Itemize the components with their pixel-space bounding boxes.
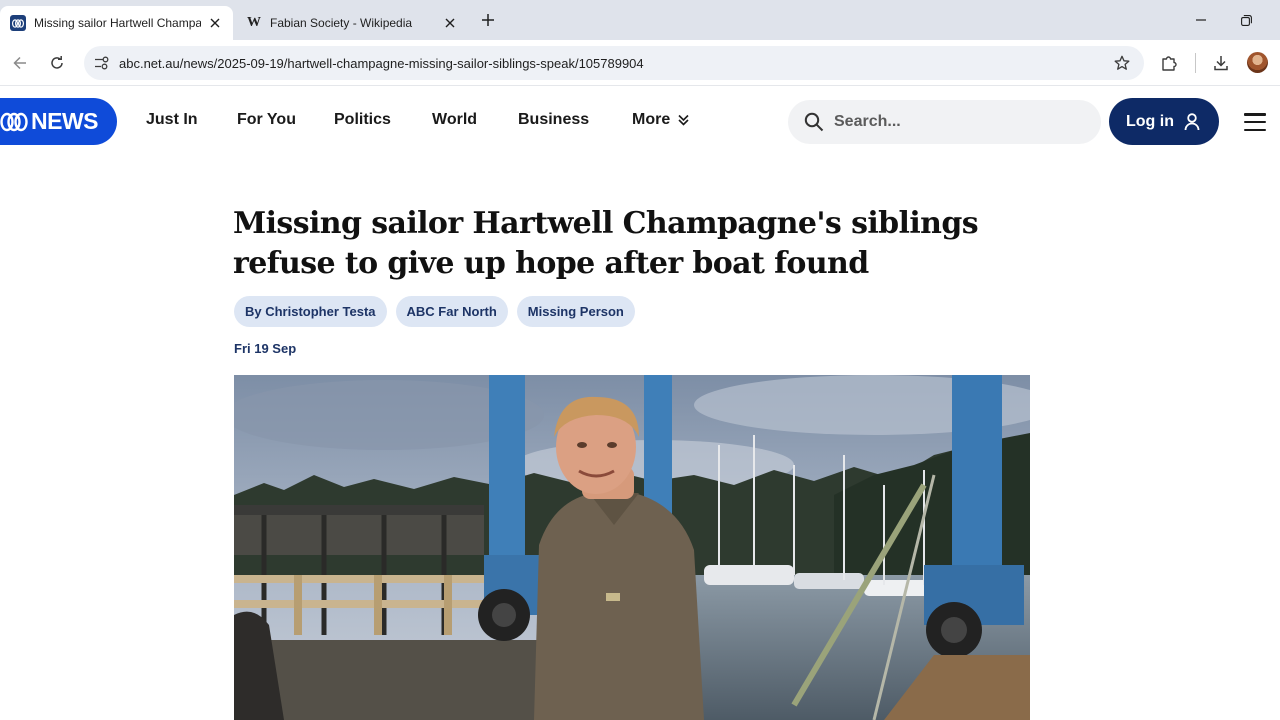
tab-strip: Missing sailor Hartwell Champagne's sibl… — [0, 0, 1280, 40]
abc-lissajous-icon — [0, 112, 28, 131]
tag-author[interactable]: By Christopher Testa — [234, 296, 387, 327]
downloads-icon[interactable] — [1209, 51, 1233, 75]
article-date: Fri 19 Sep — [234, 341, 297, 356]
close-tab-icon[interactable] — [207, 15, 223, 31]
search-input[interactable] — [834, 113, 1074, 131]
hero-image — [234, 375, 1030, 720]
nav-just-in[interactable]: Just In — [146, 111, 198, 129]
nav-business[interactable]: Business — [518, 111, 589, 129]
abc-news-favicon — [10, 15, 26, 31]
url-text: abc.net.au/news/2025-09-19/hartwell-cham… — [119, 55, 644, 71]
close-tab-icon[interactable] — [442, 15, 458, 31]
search-icon — [804, 112, 824, 132]
tag-topic[interactable]: Missing Person — [516, 296, 635, 327]
tab-title: Missing sailor Hartwell Champagne's sibl… — [34, 16, 201, 30]
search-box[interactable] — [788, 100, 1101, 144]
site-settings-icon[interactable] — [92, 53, 112, 73]
restore-icon[interactable] — [1236, 10, 1256, 30]
wikipedia-favicon: W — [247, 15, 261, 30]
user-icon — [1184, 112, 1202, 131]
back-arrow-icon[interactable] — [8, 51, 32, 75]
article-tags: By Christopher Testa ABC Far North Missi… — [234, 296, 635, 327]
tab-title: Fabian Society - Wikipedia — [270, 16, 413, 30]
abc-news-logo[interactable]: NEWS — [0, 98, 117, 145]
extensions-puzzle-icon[interactable] — [1157, 51, 1181, 75]
nav-more-label: More — [632, 111, 671, 128]
address-bar[interactable]: abc.net.au/news/2025-09-19/hartwell-cham… — [84, 46, 1144, 80]
login-button[interactable]: Log in — [1109, 98, 1219, 145]
minimize-icon[interactable] — [1191, 10, 1211, 30]
nav-more[interactable]: More — [632, 111, 690, 129]
reload-icon[interactable] — [45, 51, 69, 75]
hamburger-menu-icon[interactable] — [1244, 113, 1266, 131]
article-headline: Missing sailor Hartwell Champagne's sibl… — [233, 206, 979, 281]
logo-text: NEWS — [31, 108, 99, 134]
login-label: Log in — [1126, 112, 1174, 130]
profile-avatar[interactable] — [1247, 52, 1268, 73]
tab-wikipedia[interactable]: W Fabian Society - Wikipedia — [236, 6, 468, 40]
toolbar-separator — [1195, 53, 1196, 73]
nav-world[interactable]: World — [432, 111, 477, 129]
site-header: NEWS Just In For You Politics World Busi… — [0, 87, 1280, 157]
new-tab-icon[interactable] — [478, 10, 498, 30]
double-chevron-down-icon — [678, 114, 690, 126]
browser-toolbar: abc.net.au/news/2025-09-19/hartwell-cham… — [0, 40, 1280, 86]
nav-politics[interactable]: Politics — [334, 111, 391, 129]
tag-region[interactable]: ABC Far North — [395, 296, 508, 327]
tab-abc-article[interactable]: Missing sailor Hartwell Champagne's sibl… — [0, 6, 233, 40]
bookmark-star-icon[interactable] — [1110, 51, 1134, 75]
nav-for-you[interactable]: For You — [237, 111, 296, 129]
